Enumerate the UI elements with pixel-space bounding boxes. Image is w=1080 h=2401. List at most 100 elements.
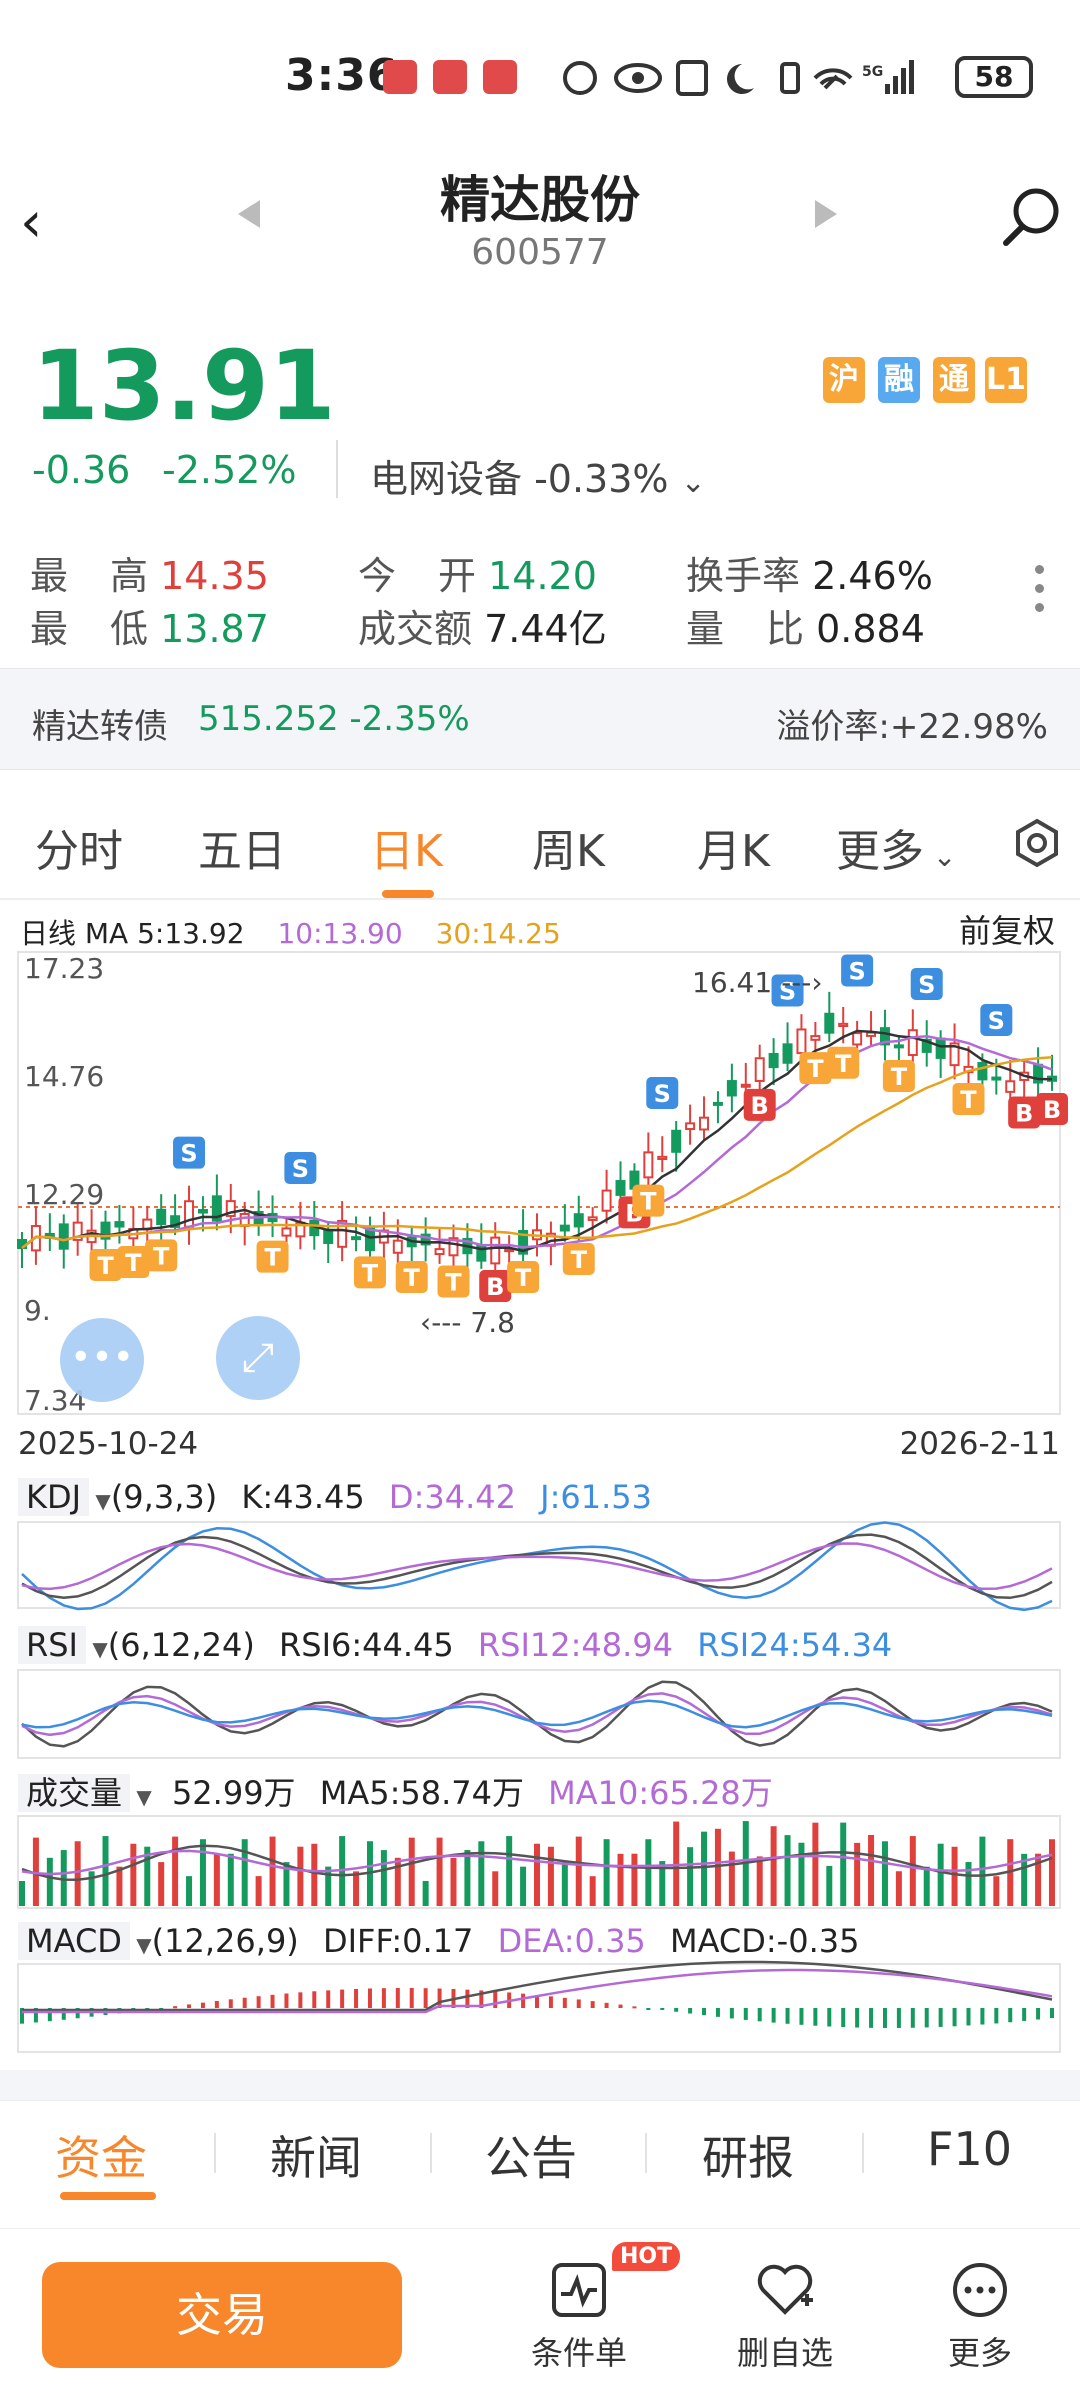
macd-bar xyxy=(493,1991,498,2008)
macd-bar xyxy=(841,2008,846,2028)
search-icon[interactable] xyxy=(1000,185,1064,249)
trade-marker-label: S xyxy=(654,1080,671,1108)
tab-weekly-k[interactable]: 周K xyxy=(532,815,605,879)
macd-bar xyxy=(702,2008,707,2016)
chevron-down-icon: ⌄ xyxy=(924,840,957,873)
volume-value: 52.99万 xyxy=(171,1774,296,1812)
sector-change[interactable]: 电网设备 -0.33% ⌄ xyxy=(370,448,706,503)
divider xyxy=(336,440,338,498)
tab-research[interactable]: 研报 xyxy=(702,2122,794,2188)
trade-button[interactable]: 交易 xyxy=(42,2262,402,2368)
more-label: 更多 xyxy=(947,2334,1012,2372)
convertible-bond-row[interactable]: 精达转债 515.252 -2.35% 溢价率:+22.98% xyxy=(0,668,1080,770)
condition-order-icon xyxy=(552,2263,606,2317)
stat-turnover-amt: 成交额 7.44亿 xyxy=(358,607,607,651)
fullscreen-float-icon[interactable]: ⤢ xyxy=(216,1316,300,1400)
tab-monthly-k[interactable]: 月K xyxy=(697,815,770,879)
tab-five-day[interactable]: 五日 xyxy=(198,815,286,879)
volume-bar xyxy=(353,1871,360,1906)
divider xyxy=(862,2133,864,2173)
volume-bar xyxy=(631,1853,638,1906)
more-options-float-icon[interactable]: ••• xyxy=(60,1318,144,1402)
tab-news[interactable]: 新闻 xyxy=(270,2122,362,2188)
volume-bar xyxy=(937,1843,944,1906)
candle-body xyxy=(351,1236,362,1241)
volume-bar xyxy=(172,1836,179,1906)
candle-body xyxy=(114,1221,125,1228)
kdj-k-value: K:43.45 xyxy=(241,1478,365,1516)
kdj-d-line xyxy=(21,1542,1053,1591)
volume-bar xyxy=(770,1826,777,1906)
condition-order-button[interactable]: 条件单 xyxy=(520,2260,638,2374)
peak-annotation: 16.41 ---› xyxy=(692,966,823,999)
current-price: 13.91 xyxy=(32,330,336,442)
rsi24-value: RSI24:54.34 xyxy=(697,1626,893,1664)
kdj-j-line xyxy=(21,1521,1053,1612)
kdj-j-value: J:61.53 xyxy=(540,1478,652,1516)
tab-f10[interactable]: F10 xyxy=(927,2122,1012,2176)
rsi6-line xyxy=(21,1680,1053,1748)
date-end: 2026-2-11 xyxy=(899,1426,1060,1462)
candle-body xyxy=(573,1213,584,1228)
macd-bar xyxy=(200,2002,205,2008)
battery-indicator: 58 xyxy=(955,56,1033,98)
candle-body xyxy=(392,1239,403,1254)
chart-settings-icon[interactable] xyxy=(1012,818,1062,868)
macd-bar xyxy=(1036,2008,1041,2020)
trade-marker-label: T xyxy=(445,1269,462,1297)
book-app-icon xyxy=(383,60,417,94)
badge-sh: 沪 xyxy=(823,357,865,403)
candle-body xyxy=(643,1151,654,1179)
macd-bar xyxy=(409,1988,414,2008)
next-stock-icon[interactable] xyxy=(815,200,837,228)
remove-watchlist-label: 删自选 xyxy=(736,2334,833,2372)
macd-bar xyxy=(548,1996,553,2008)
volume-bar xyxy=(408,1837,415,1906)
candle-body xyxy=(782,1043,793,1064)
candle-body xyxy=(907,1029,918,1056)
macd-bar xyxy=(256,1996,261,2008)
tab-funds[interactable]: 资金 xyxy=(55,2122,147,2188)
macd-bar xyxy=(1050,2008,1054,2018)
macd-selector[interactable]: MACD xyxy=(18,1922,130,1960)
active-tab-indicator xyxy=(382,890,434,898)
candle-body xyxy=(615,1180,626,1196)
macd-diff-value: DIFF:0.17 xyxy=(322,1922,474,1960)
rsi6-value: RSI6:44.45 xyxy=(279,1626,454,1664)
trade-marker-label: T xyxy=(97,1252,114,1280)
more-circle-icon xyxy=(953,2263,1007,2317)
macd-bar xyxy=(381,1988,386,2008)
tab-intraday[interactable]: 分时 xyxy=(35,815,123,879)
candle-body xyxy=(768,1052,779,1069)
kdj-selector[interactable]: KDJ xyxy=(18,1478,90,1516)
badge-connect: 通 xyxy=(933,357,975,403)
macd-bar xyxy=(395,1988,400,2008)
macd-bar xyxy=(173,2006,178,2009)
candle-body xyxy=(587,1216,598,1221)
macd-bar xyxy=(743,2008,748,2020)
candle-body xyxy=(991,1076,1002,1081)
rsi12-value: RSI12:48.94 xyxy=(477,1626,674,1664)
macd-bar xyxy=(813,2008,818,2026)
stat-vol-ratio: 量比 0.884 xyxy=(686,607,925,651)
volume-selector[interactable]: 成交量 xyxy=(18,1774,131,1812)
candle-body xyxy=(712,1101,723,1106)
volume-ma10-value: MA10:65.28万 xyxy=(548,1774,773,1812)
trade-marker-label: T xyxy=(264,1244,281,1272)
remove-watchlist-button[interactable]: 删自选 xyxy=(720,2260,850,2374)
volume-bar xyxy=(213,1853,220,1906)
tab-announcements[interactable]: 公告 xyxy=(485,2122,577,2188)
candle-body xyxy=(824,1012,835,1034)
volume-bar xyxy=(492,1871,499,1906)
macd-bar xyxy=(1022,2008,1027,2021)
price-change-pct: -2.52% xyxy=(162,448,297,492)
macd-bar xyxy=(938,2008,943,2027)
more-vertical-icon[interactable] xyxy=(1035,565,1045,622)
more-button[interactable]: 更多 xyxy=(930,2260,1030,2374)
tab-more[interactable]: 更多 ⌄ xyxy=(836,815,956,879)
tab-daily-k[interactable]: 日K xyxy=(370,815,443,879)
macd-bar xyxy=(729,2008,734,2019)
volume-bar xyxy=(506,1836,513,1906)
volume-bar xyxy=(812,1822,819,1906)
rsi-selector[interactable]: RSI xyxy=(18,1626,86,1664)
